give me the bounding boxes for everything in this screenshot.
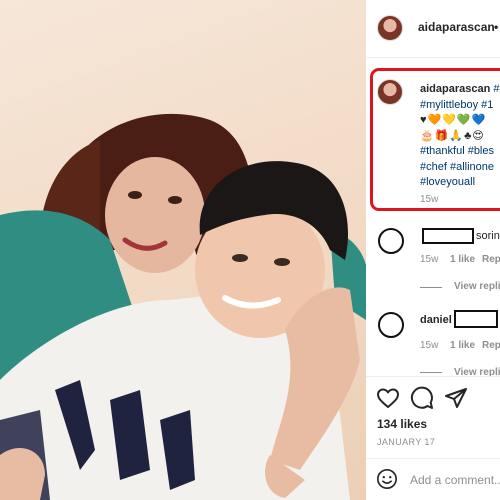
more-options-dot[interactable]: • <box>494 20 498 34</box>
divider <box>366 458 500 459</box>
caption-hashtag[interactable]: # <box>493 83 499 95</box>
caption-hashtags-line[interactable]: #mylittleboy #1 <box>420 98 500 114</box>
comment-avatar[interactable] <box>378 312 404 338</box>
comment-text: sorin <box>476 230 500 242</box>
emoji-icon[interactable] <box>376 468 398 490</box>
view-replies-button[interactable]: View repli <box>454 281 500 292</box>
comment-avatar[interactable] <box>378 228 404 254</box>
caption: aidaparascan # #mylittleboy #1 ♥🧡💛💚💙 🎂🎁🙏… <box>420 82 500 191</box>
caption-hashtags-line[interactable]: #chef #allinone <box>420 160 500 176</box>
comment-likes[interactable]: 1 like <box>450 340 475 351</box>
photo-mother-and-son <box>0 113 366 500</box>
comment-timestamp[interactable]: 15w <box>420 340 438 351</box>
comment-icon[interactable] <box>410 386 434 410</box>
caption-hashtags-line[interactable]: #thankful #bles <box>420 144 500 160</box>
heart-icon[interactable] <box>376 386 400 410</box>
view-replies-line <box>420 287 442 288</box>
caption-avatar[interactable] <box>377 79 403 105</box>
caption-username[interactable]: aidaparascan <box>420 83 490 95</box>
likes-count[interactable]: 134 likes <box>377 417 427 431</box>
post-date: JANUARY 17 <box>377 437 436 447</box>
caption-emoji-line: 🎂🎁🙏♣😍 <box>420 129 485 142</box>
comment-likes[interactable]: 1 like <box>450 254 475 265</box>
caption-hashtags-line[interactable]: #loveyouall <box>420 175 500 191</box>
view-replies-line <box>420 372 442 373</box>
avatar[interactable] <box>377 15 403 41</box>
post-side-panel: aidaparascan • aidaparascan # #mylittleb… <box>366 0 500 500</box>
divider <box>366 376 500 377</box>
post-photo[interactable] <box>0 0 366 500</box>
add-comment-input[interactable] <box>410 470 500 490</box>
post-header: aidaparascan • <box>366 0 500 58</box>
comment-username[interactable]: daniel <box>420 314 452 326</box>
redacted-username <box>454 310 498 328</box>
caption-timestamp[interactable]: 15w <box>420 194 438 205</box>
reply-button[interactable]: Reply <box>482 254 500 265</box>
post-username[interactable]: aidaparascan <box>418 20 495 34</box>
share-icon[interactable] <box>444 386 468 410</box>
comment-timestamp[interactable]: 15w <box>420 254 438 265</box>
reply-button[interactable]: Reply <box>482 340 500 351</box>
redacted-username <box>422 228 474 244</box>
caption-emoji-line: ♥🧡💛💚💙 <box>420 114 487 126</box>
